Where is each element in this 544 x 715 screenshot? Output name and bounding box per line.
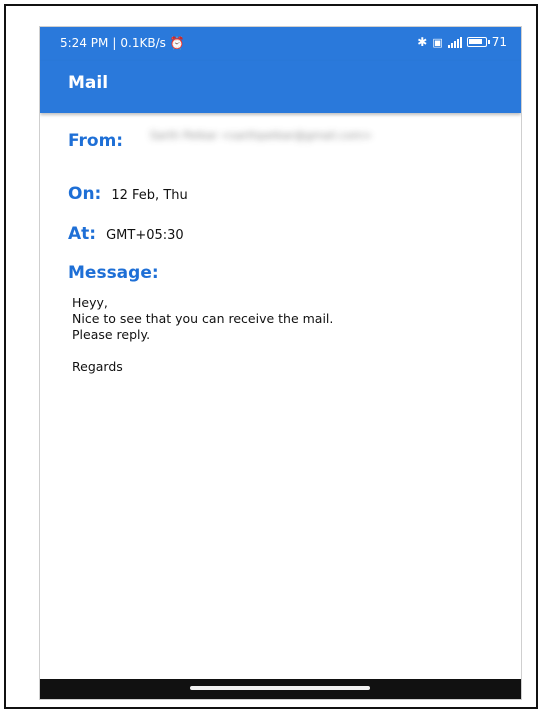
from-value-blurred: Sarth Petkar <sarthpetkar@gmail.com> (150, 129, 373, 142)
message-spacer (72, 343, 492, 359)
screenshot-frame: 5:24 PM | 0.1KB/s ⏰ ✱ ▣ 71 Mail From: Sa… (4, 4, 538, 709)
on-row: On: 12 Feb, Thu (68, 184, 188, 204)
at-label: At: (68, 224, 97, 244)
message-label: Message: (68, 263, 159, 283)
status-separator: | (112, 36, 117, 50)
from-row: From: (68, 131, 123, 151)
phone-screen: 5:24 PM | 0.1KB/s ⏰ ✱ ▣ 71 Mail From: Sa… (40, 27, 521, 699)
on-label: On: (68, 184, 102, 204)
on-value: 12 Feb, Thu (111, 188, 188, 203)
navigation-bar (40, 679, 521, 699)
battery-level: 71 (491, 35, 507, 49)
signal-icon (447, 36, 462, 48)
app-bar: Mail (40, 61, 521, 113)
message-closing: Regards (72, 359, 123, 374)
message-line: Heyy, (72, 295, 108, 310)
status-bar: 5:24 PM | 0.1KB/s ⏰ ✱ ▣ 71 (40, 27, 521, 61)
message-line: Nice to see that you can receive the mai… (72, 311, 334, 326)
app-title: Mail (68, 73, 109, 93)
at-row: At: GMT+05:30 (68, 224, 184, 244)
from-label: From: (68, 131, 124, 151)
battery-icon (466, 37, 490, 47)
alarm-icon: ⏰ (169, 36, 185, 50)
home-gesture-pill[interactable] (190, 686, 370, 690)
bluetooth-icon: ✱ (417, 35, 428, 49)
status-right: ✱ ▣ 71 (417, 35, 507, 49)
status-network-speed: 0.1KB/s (120, 36, 166, 50)
at-value: GMT+05:30 (106, 228, 184, 243)
message-line: Please reply. (72, 327, 151, 342)
status-left: 5:24 PM | 0.1KB/s ⏰ (60, 36, 185, 50)
vibrate-icon: ▣ (432, 35, 443, 49)
status-time: 5:24 PM (60, 36, 109, 50)
message-body: Heyy, Nice to see that you can receive t… (72, 295, 492, 375)
